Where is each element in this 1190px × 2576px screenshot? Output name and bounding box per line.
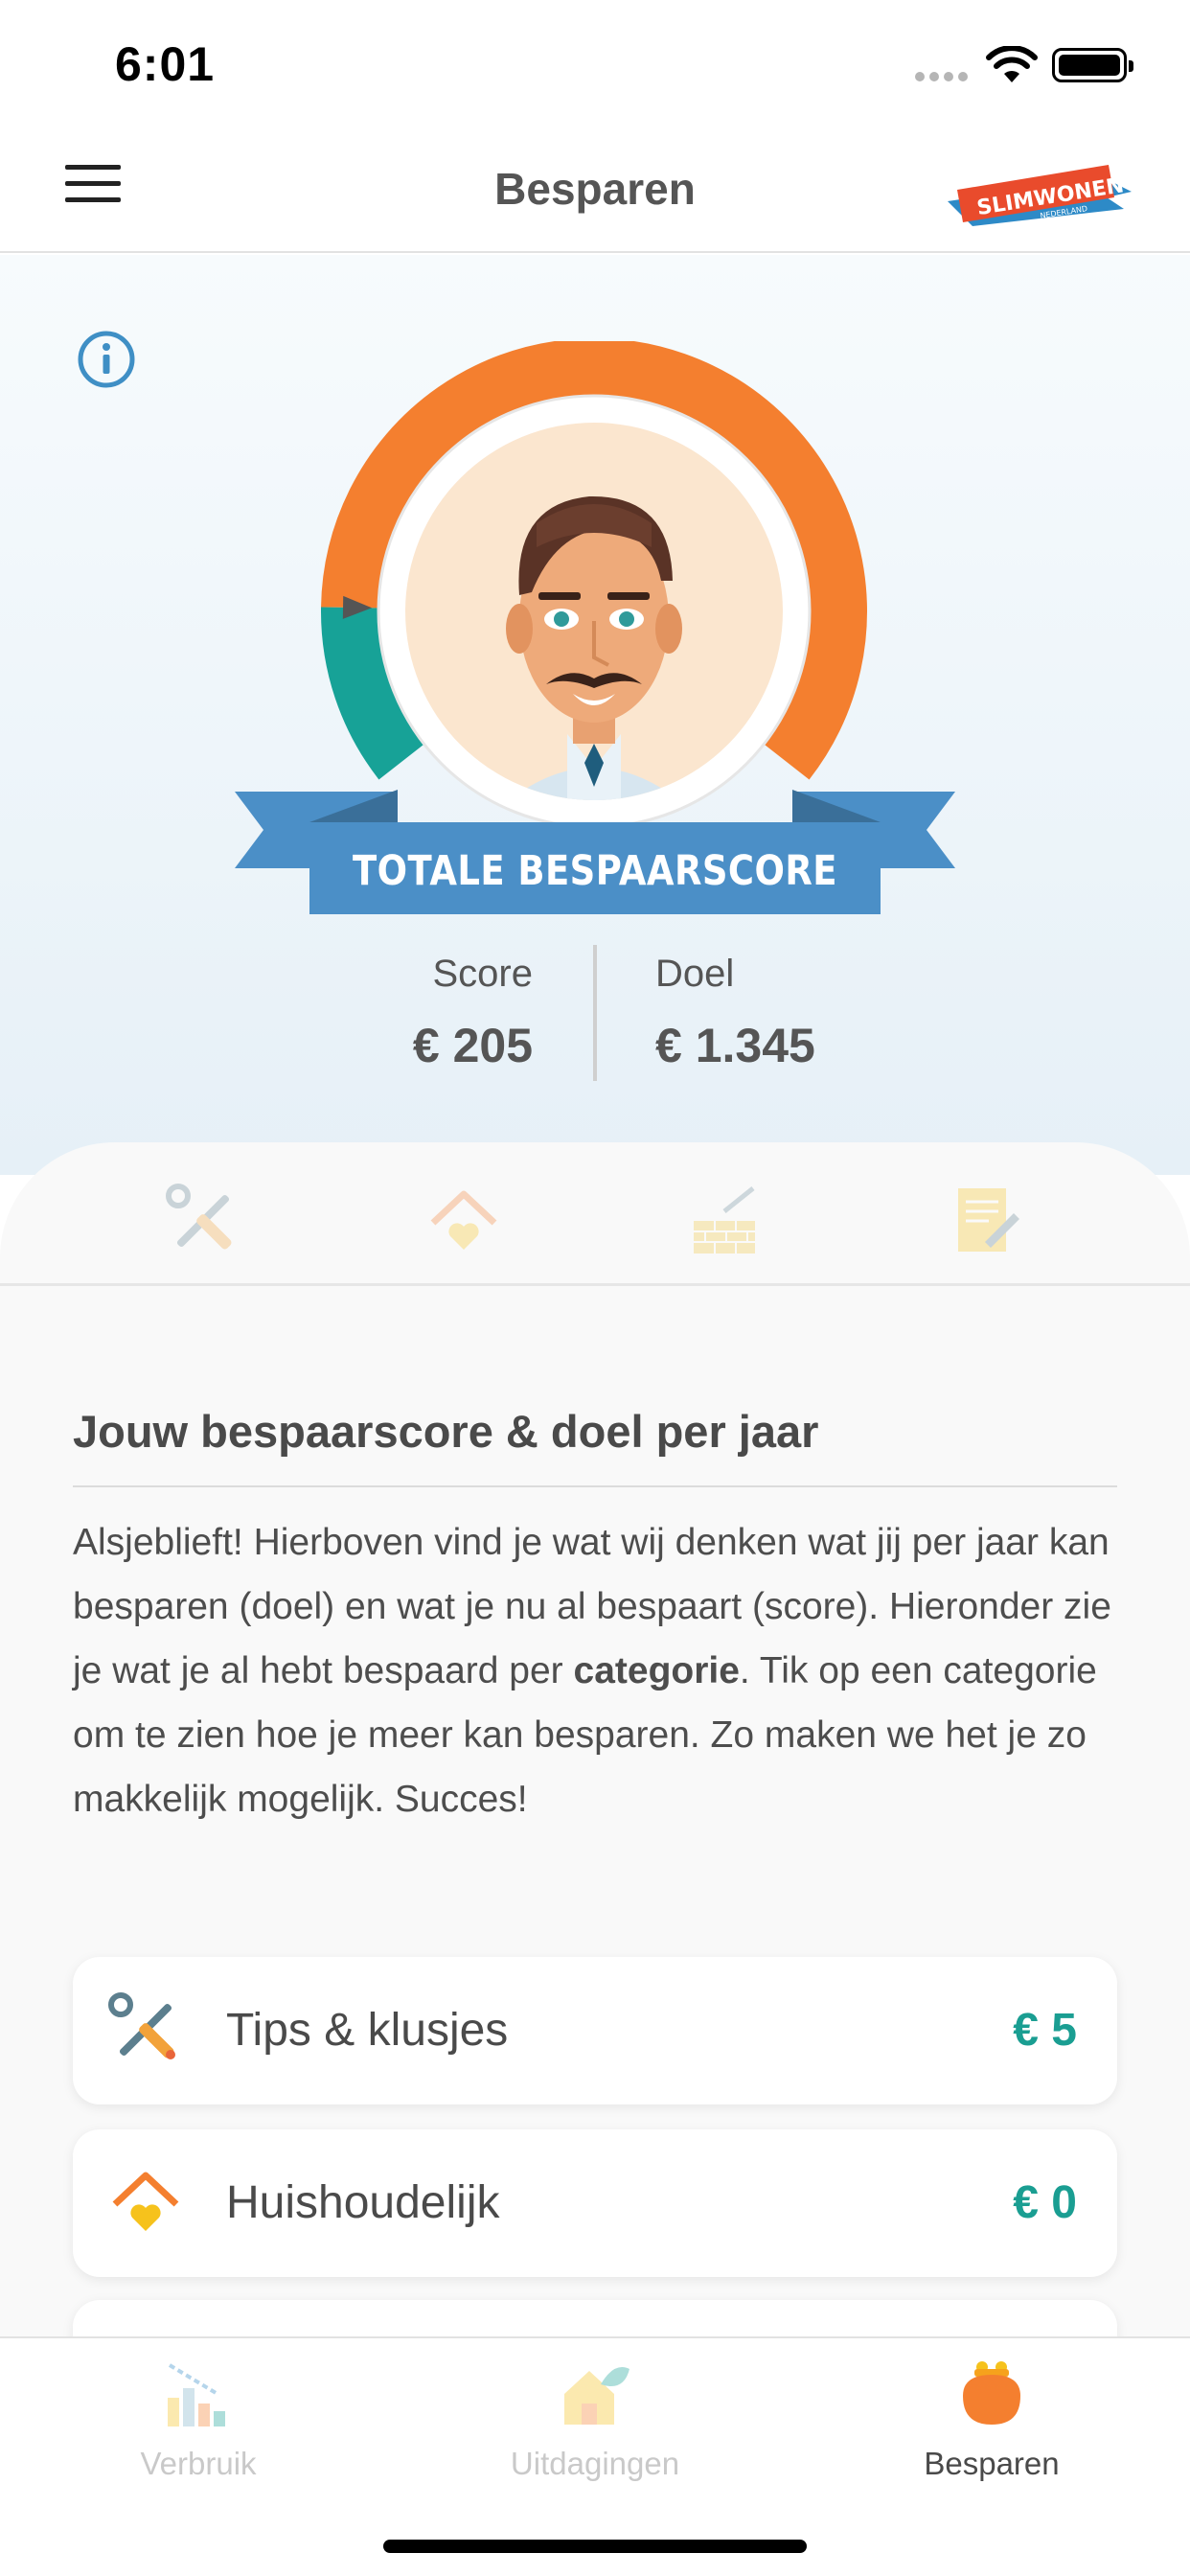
score-block: Score € 205 <box>413 945 533 1089</box>
tools-icon[interactable] <box>165 1183 241 1259</box>
home-indicator <box>383 2540 807 2553</box>
stats-divider <box>593 945 597 1081</box>
score-hero: TOTALE BESPAARSCORE Score € 205 Doel € 1… <box>0 255 1190 1175</box>
category-card-huishoudelijk[interactable]: Huishoudelijk € 0 <box>73 2129 1117 2277</box>
nav-bar: Besparen SLIMWONEN NEDERLAND <box>0 126 1190 253</box>
document-pen-icon[interactable] <box>947 1183 1023 1259</box>
status-time: 6:01 <box>115 37 216 91</box>
house-leaf-icon <box>564 2367 629 2425</box>
score-value: € 205 <box>412 1019 533 1072</box>
goal-value: € 1.345 <box>655 1019 815 1072</box>
tab-label: Besparen <box>924 2446 1060 2481</box>
signal-icon <box>915 69 973 86</box>
section-description: Alsjeblieft! Hierboven vind je wat wij d… <box>73 1522 1111 1820</box>
chart-icon <box>168 2363 225 2426</box>
house-heart-icon <box>112 2172 179 2231</box>
tab-bar: Verbruik Uitdagingen Besparen <box>0 2336 1190 2576</box>
category-card-tips[interactable]: Tips & klusjes € 5 <box>73 1957 1117 2104</box>
tools-icon <box>108 1992 175 2059</box>
section-title: Jouw bespaarscore & doel per jaar <box>73 1406 819 1457</box>
category-label: Tips & klusjes <box>226 2005 509 2056</box>
category-value: € 0 <box>1013 2177 1077 2228</box>
ribbon-title: TOTALE BESPAARSCORE <box>353 847 837 895</box>
section-divider <box>73 1485 1117 1487</box>
score-label: Score <box>432 953 534 995</box>
tab-label: Uitdagingen <box>510 2446 680 2481</box>
slimwonen-logo: SLIMWONEN NEDERLAND <box>948 165 1132 226</box>
bold-category: categorie <box>573 1650 740 1691</box>
tab-uitdagingen[interactable]: Uitdagingen <box>397 2338 793 2492</box>
status-bar: 6:01 <box>0 0 1190 126</box>
goal-block: Doel € 1.345 <box>655 945 815 1089</box>
category-value: € 5 <box>1013 2005 1077 2056</box>
content-area: Jouw bespaarscore & doel per jaar Alsjeb… <box>0 1286 1190 2448</box>
score-stats: Score € 205 Doel € 1.345 <box>0 945 1190 1089</box>
category-label: Huishoudelijk <box>226 2177 500 2228</box>
tab-verbruik[interactable]: Verbruik <box>0 2338 397 2492</box>
purse-icon <box>963 2361 1020 2425</box>
battery-icon <box>1052 48 1133 82</box>
bricks-icon[interactable] <box>686 1183 763 1259</box>
house-heart-icon[interactable] <box>425 1183 502 1259</box>
tab-besparen[interactable]: Besparen <box>793 2338 1190 2492</box>
info-icon[interactable] <box>77 330 136 389</box>
tab-label: Verbruik <box>140 2446 257 2481</box>
goal-label: Doel <box>655 953 735 995</box>
wifi-icon <box>986 46 1038 82</box>
category-tabs <box>0 1142 1190 1286</box>
